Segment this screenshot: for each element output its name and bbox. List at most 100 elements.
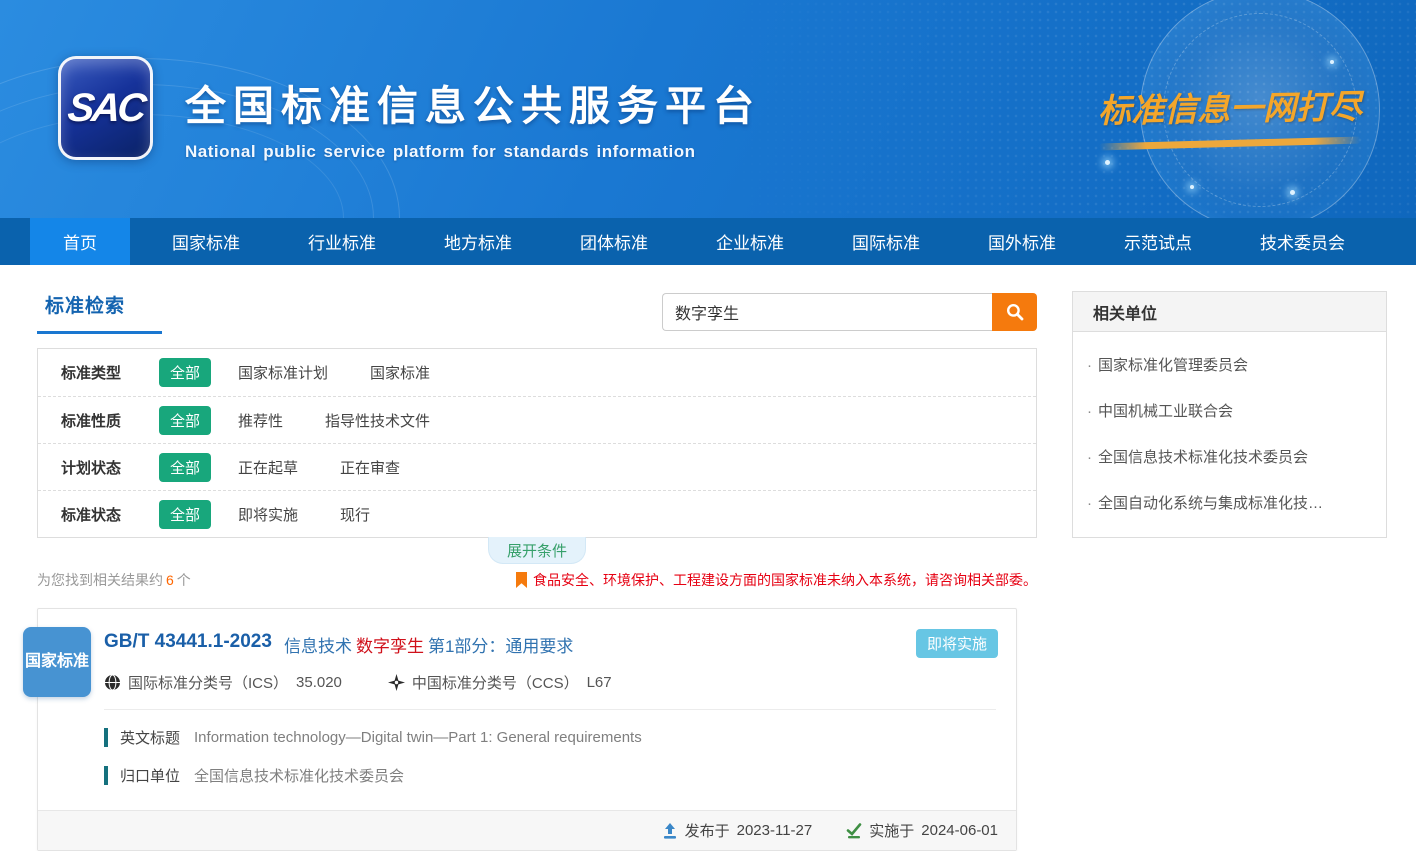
filter-selected-all[interactable]: 全部: [159, 358, 211, 387]
standard-result-card: 国家标准 即将实施 GB/T 43441.1-2023 信息技术数字孪生第1部分…: [37, 608, 1017, 851]
filter-panel: 标准类型 全部 国家标准计划 国家标准 标准性质 全部 推荐性 指导性技术文件 …: [37, 348, 1037, 538]
publish-date-item: 发布于 2023-11-27: [662, 820, 813, 841]
nav-item-industry-standards[interactable]: 行业标准: [282, 218, 402, 265]
standard-code-link[interactable]: GB/T 43441.1-2023: [104, 631, 272, 653]
result-count: 为您找到相关结果约6个: [37, 570, 191, 590]
filter-option[interactable]: 国家标准: [370, 362, 430, 383]
english-title-row: 英文标题 Information technology—Digital twin…: [104, 727, 996, 748]
bullet: ·: [1087, 449, 1092, 466]
dept-value: 全国信息技术标准化技术委员会: [194, 765, 404, 786]
implement-label: 实施于: [869, 820, 914, 841]
globe-icon: [104, 674, 121, 691]
filter-row-plan-status: 计划状态 全部 正在起草 正在审查: [38, 443, 1036, 490]
filter-label: 计划状态: [61, 457, 159, 478]
implement-date: 2024-06-01: [921, 822, 998, 839]
filter-selected-all[interactable]: 全部: [159, 406, 211, 435]
site-titles: 全国标准信息公共服务平台 National public service pla…: [185, 72, 761, 162]
compass-icon: [388, 674, 405, 691]
header-slogan: 标准信息一网打尽: [1090, 82, 1370, 147]
search-input[interactable]: [662, 293, 992, 331]
related-units-list: ·国家标准化管理委员会 ·中国机械工业联合会 ·全国信息技术标准化技术委员会 ·…: [1073, 332, 1386, 537]
english-title-label: 英文标题: [120, 727, 180, 748]
filter-option[interactable]: 推荐性: [238, 410, 283, 431]
classification-row: 国际标准分类号（ICS） 35.020 中国标准分类号（CCS） L67: [104, 672, 996, 693]
nav-item-home[interactable]: 首页: [30, 218, 130, 265]
filter-label: 标准状态: [61, 504, 159, 525]
implement-date-item: 实施于 2024-06-01: [846, 820, 998, 841]
nav-item-enterprise-standards[interactable]: 企业标准: [690, 218, 810, 265]
card-footer: 发布于 2023-11-27 实施于 2024-06-01: [38, 810, 1016, 850]
nav-item-local-standards[interactable]: 地方标准: [418, 218, 538, 265]
publish-date: 2023-11-27: [737, 822, 813, 839]
bullet: ·: [1087, 403, 1092, 420]
filter-selected-all[interactable]: 全部: [159, 453, 211, 482]
teal-marker: [104, 728, 108, 747]
standard-title-row: GB/T 43441.1-2023 信息技术数字孪生第1部分：通用要求: [104, 631, 996, 657]
title-highlight: 数字孪生: [352, 637, 428, 656]
filter-option[interactable]: 即将实施: [238, 504, 298, 525]
spark-dot: [1330, 60, 1334, 64]
sidebar-item-sac[interactable]: ·国家标准化管理委员会: [1087, 354, 1372, 375]
ics-value: 35.020: [296, 674, 342, 691]
standard-type-badge: 国家标准: [23, 627, 91, 697]
search-icon: [1005, 302, 1025, 322]
sac-logo-text: SAC: [65, 86, 145, 131]
page-content: 标准检索 标准类型 全部 国家标准计划 国家标准 标准性质 全部: [0, 265, 1416, 851]
status-badge: 即将实施: [916, 629, 998, 658]
filter-row-standard-type: 标准类型 全部 国家标准计划 国家标准: [38, 349, 1036, 396]
result-count-number: 6: [163, 572, 177, 588]
bullet: ·: [1087, 357, 1092, 374]
publish-label: 发布于: [685, 820, 730, 841]
related-units-title: 相关单位: [1093, 300, 1157, 324]
system-notice: 食品安全、环境保护、工程建设方面的国家标准未纳入本系统，请咨询相关部委。: [515, 570, 1037, 590]
ccs-value: L67: [587, 674, 612, 691]
slogan-text: 标准信息一网打尽: [1090, 80, 1371, 133]
ccs-label: 中国标准分类号（CCS）: [412, 672, 579, 693]
publish-icon: [662, 823, 678, 839]
filter-row-standard-nature: 标准性质 全部 推荐性 指导性技术文件: [38, 396, 1036, 443]
english-title-value: Information technology—Digital twin—Part…: [194, 729, 642, 746]
sidebar-item-machinery-federation[interactable]: ·中国机械工业联合会: [1087, 400, 1372, 421]
search-box: [662, 293, 1037, 331]
nav-item-technical-committee[interactable]: 技术委员会: [1234, 218, 1371, 265]
search-section: 标准检索: [37, 291, 1037, 334]
filter-selected-all[interactable]: 全部: [159, 500, 211, 529]
site-title-cn: 全国标准信息公共服务平台: [185, 72, 761, 132]
filter-option[interactable]: 正在起草: [238, 457, 298, 478]
expand-conditions-button[interactable]: 展开条件: [488, 537, 586, 564]
filter-option[interactable]: 正在审查: [340, 457, 400, 478]
related-units-header: 相关单位: [1073, 292, 1386, 332]
sidebar-item-it-standardization-committee[interactable]: ·全国信息技术标准化技术委员会: [1087, 446, 1372, 467]
sidebar-item-automation-committee[interactable]: ·全国自动化系统与集成标准化技…: [1087, 492, 1372, 513]
results-meta-row: 为您找到相关结果约6个 食品安全、环境保护、工程建设方面的国家标准未纳入本系统，…: [37, 570, 1037, 590]
nav-item-international-standards[interactable]: 国际标准: [826, 218, 946, 265]
standard-title-link[interactable]: 信息技术数字孪生第1部分：通用要求: [284, 632, 573, 657]
filter-option[interactable]: 指导性技术文件: [325, 410, 430, 431]
nav-item-foreign-standards[interactable]: 国外标准: [962, 218, 1082, 265]
site-title-en: National public service platform for sta…: [185, 142, 761, 162]
search-results-column: 标准检索 标准类型 全部 国家标准计划 国家标准 标准性质 全部: [37, 291, 1037, 851]
section-title-wrap: 标准检索: [37, 291, 162, 334]
spark-dot: [1105, 160, 1110, 165]
dept-label: 归口单位: [120, 765, 180, 786]
expand-conditions-label: 展开条件: [507, 540, 567, 561]
bookmark-icon: [515, 572, 528, 588]
nav-item-pilot[interactable]: 示范试点: [1098, 218, 1218, 265]
notice-text: 食品安全、环境保护、工程建设方面的国家标准未纳入本系统，请咨询相关部委。: [533, 570, 1037, 590]
nav-item-national-standards[interactable]: 国家标准: [146, 218, 266, 265]
spark-dot: [1190, 185, 1194, 189]
title-part1: 信息技术: [284, 637, 352, 656]
ics-label: 国际标准分类号（ICS）: [128, 672, 288, 693]
filter-label: 标准性质: [61, 410, 159, 431]
spark-dot: [1290, 190, 1295, 195]
nav-item-group-standards[interactable]: 团体标准: [554, 218, 674, 265]
filter-option[interactable]: 国家标准计划: [238, 362, 328, 383]
dept-row: 归口单位 全国信息技术标准化技术委员会: [104, 765, 996, 786]
filter-option[interactable]: 现行: [340, 504, 370, 525]
card-divider: [104, 709, 996, 710]
search-button[interactable]: [992, 293, 1037, 331]
filter-label: 标准类型: [61, 362, 159, 383]
filter-row-standard-status: 标准状态 全部 即将实施 现行: [38, 490, 1036, 537]
sac-logo[interactable]: SAC: [58, 56, 153, 160]
teal-marker: [104, 766, 108, 785]
